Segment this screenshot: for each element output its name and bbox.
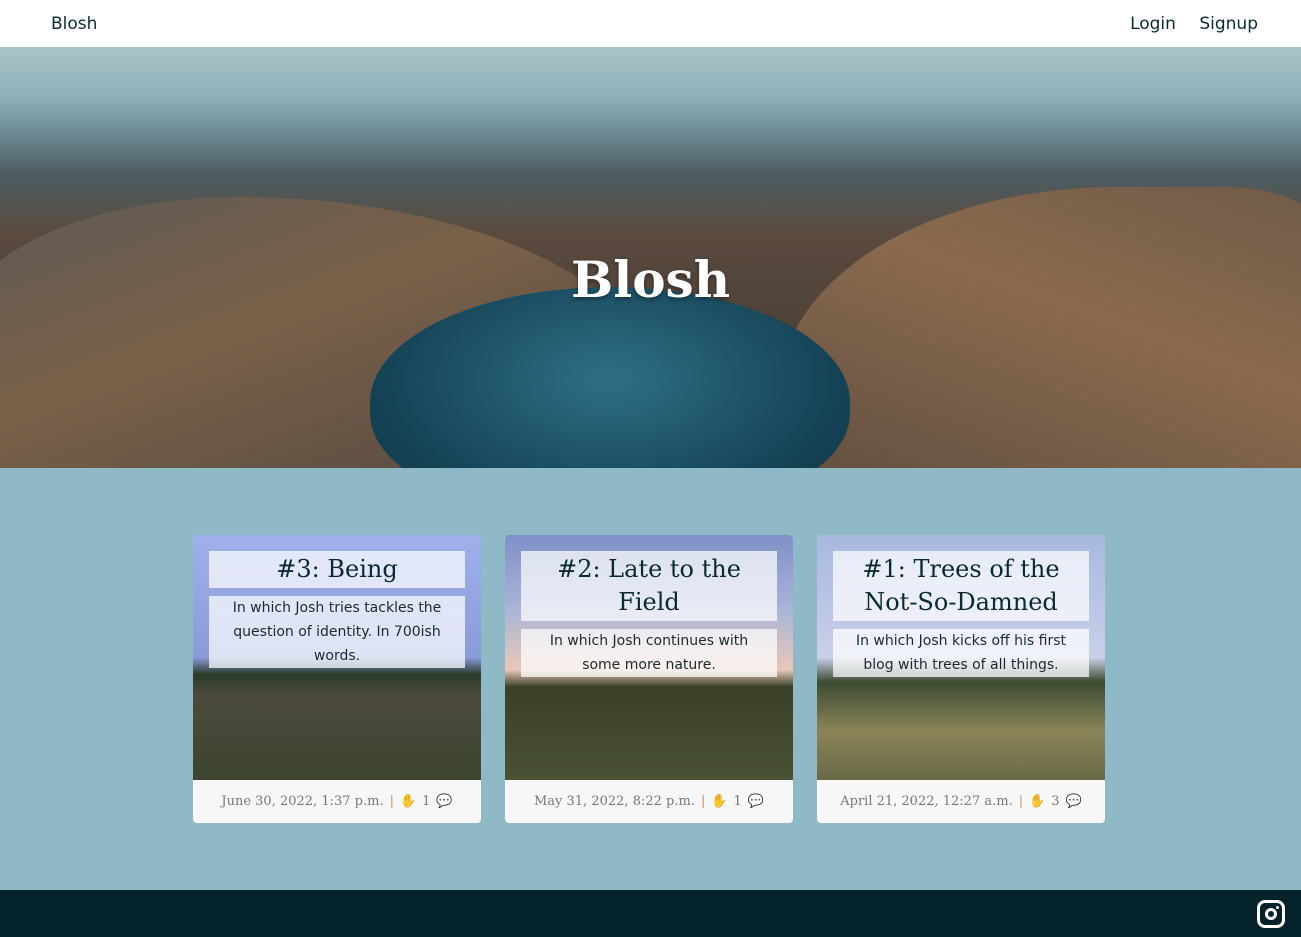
clap-count: 1 bbox=[733, 794, 742, 809]
post-summary: In which Josh tries tackles the question… bbox=[209, 596, 465, 668]
comments-icon[interactable]: 💬 bbox=[436, 794, 452, 809]
footer bbox=[0, 890, 1301, 937]
signup-link[interactable]: Signup bbox=[1199, 14, 1258, 34]
post-title[interactable]: #2: Late to the Field bbox=[521, 551, 777, 621]
hero-rock-right bbox=[780, 187, 1301, 468]
post-image[interactable]: #1: Trees of the Not-So-Damned In which … bbox=[817, 535, 1105, 780]
instagram-icon[interactable] bbox=[1257, 900, 1285, 928]
post-meta: June 30, 2022, 1:37 p.m. | ✋ 1 💬 bbox=[193, 780, 481, 823]
separator: | bbox=[1018, 794, 1024, 809]
post-date: May 31, 2022, 8:22 p.m. bbox=[534, 794, 695, 809]
post-summary: In which Josh kicks off his first blog w… bbox=[833, 629, 1089, 677]
post-image[interactable]: #2: Late to the Field In which Josh cont… bbox=[505, 535, 793, 780]
clap-icon: ✋ bbox=[399, 794, 417, 809]
navbar: Blosh Login Signup bbox=[0, 0, 1301, 47]
clap-count: 3 bbox=[1051, 794, 1060, 809]
clap-count: 1 bbox=[422, 794, 431, 809]
clap-icon: ✋ bbox=[1029, 794, 1046, 809]
hero-title: Blosh bbox=[570, 250, 731, 309]
post-title[interactable]: #3: Being bbox=[209, 551, 465, 588]
separator: | bbox=[389, 794, 394, 809]
post-card[interactable]: #1: Trees of the Not-So-Damned In which … bbox=[817, 535, 1105, 823]
login-link[interactable]: Login bbox=[1130, 14, 1176, 34]
post-card[interactable]: #3: Being In which Josh tries tackles th… bbox=[193, 535, 481, 823]
post-date: June 30, 2022, 1:37 p.m. bbox=[221, 794, 384, 809]
separator: | bbox=[700, 794, 706, 809]
post-image[interactable]: #3: Being In which Josh tries tackles th… bbox=[193, 535, 481, 780]
post-meta: April 21, 2022, 12:27 a.m. | ✋ 3 💬 bbox=[817, 780, 1105, 823]
post-card[interactable]: #2: Late to the Field In which Josh cont… bbox=[505, 535, 793, 823]
comments-icon[interactable]: 💬 bbox=[748, 794, 764, 809]
comments-icon[interactable]: 💬 bbox=[1066, 794, 1082, 809]
post-title[interactable]: #1: Trees of the Not-So-Damned bbox=[833, 551, 1089, 621]
post-summary: In which Josh continues with some more n… bbox=[521, 629, 777, 677]
auth-links: Login Signup bbox=[1112, 14, 1258, 34]
post-date: April 21, 2022, 12:27 a.m. bbox=[840, 794, 1013, 809]
post-meta: May 31, 2022, 8:22 p.m. | ✋ 1 💬 bbox=[505, 780, 793, 823]
brand-link[interactable]: Blosh bbox=[51, 14, 97, 34]
hero-banner: Blosh bbox=[0, 47, 1301, 468]
clap-icon: ✋ bbox=[711, 794, 728, 809]
post-list: #3: Being In which Josh tries tackles th… bbox=[193, 535, 1105, 823]
